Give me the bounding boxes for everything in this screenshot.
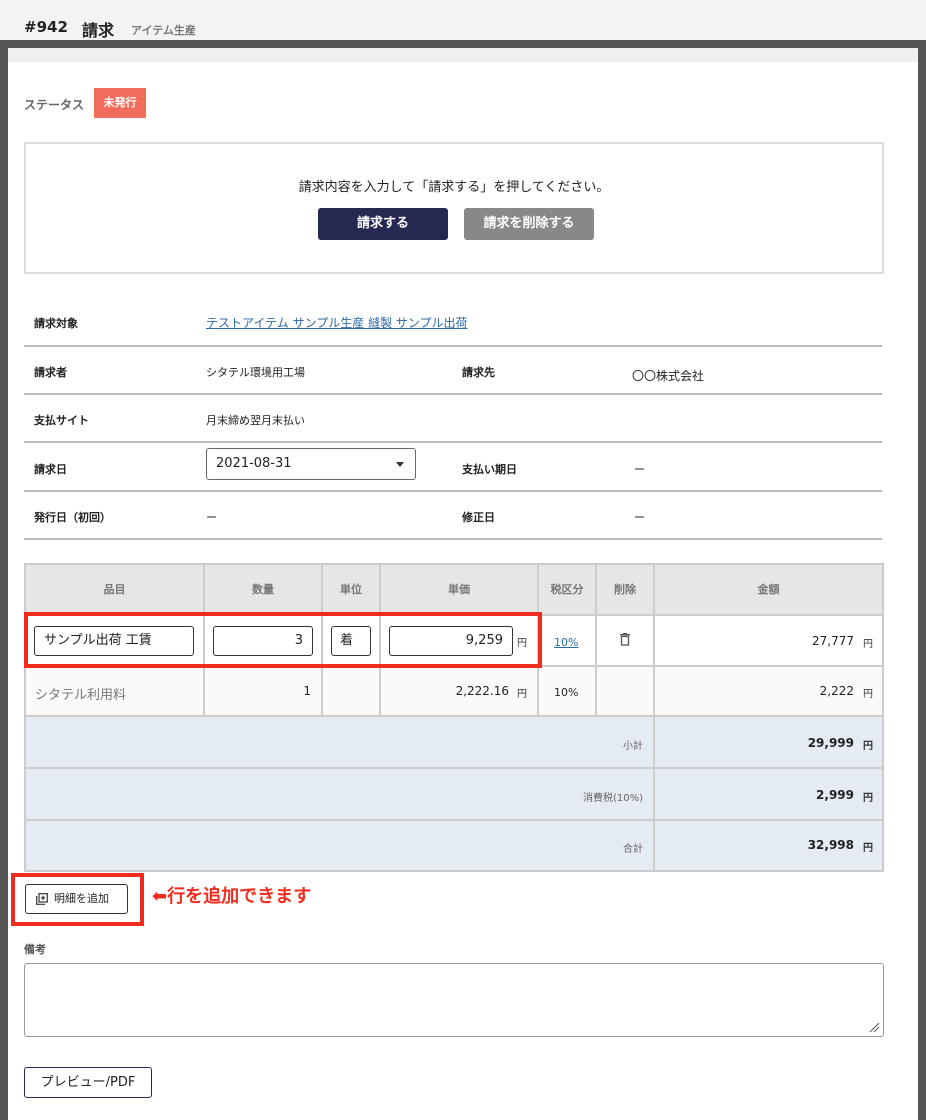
add-copy-icon	[36, 893, 48, 905]
notice-box: 請求内容を入力して「請求する」を押してください。 請求する 請求を削除する	[24, 142, 884, 274]
due-date-value: ー	[634, 463, 645, 476]
highlight-editable-row	[24, 612, 542, 668]
subtotal-value: 29,999	[807, 736, 854, 750]
fee-item-name: シタテル利用料	[35, 688, 127, 703]
qty-cell: 1	[205, 667, 323, 717]
tax-label: 消費税(10%)	[582, 793, 643, 804]
col-header-tax: 税区分	[539, 565, 597, 616]
payment-site-label: 支払サイト	[34, 414, 89, 427]
notice-message: 請求内容を入力して「請求する」を押してください。	[298, 180, 610, 195]
col-header-delete: 削除	[597, 565, 655, 616]
issue-date-value: ー	[206, 511, 217, 524]
fee-qty: 1	[303, 684, 311, 698]
delete-cell	[597, 667, 655, 717]
info-row-biller: 請求者 シタテル環境用工場 請求先 〇〇株式会社	[24, 347, 882, 395]
tax-label-cell: 消費税(10%)	[26, 769, 655, 821]
unit-cell	[323, 667, 381, 717]
billto-label: 請求先	[462, 366, 495, 379]
page-subtitle: アイテム生産	[131, 24, 196, 37]
biller-label: 請求者	[34, 366, 67, 379]
yen-label: 円	[517, 689, 527, 700]
preview-pdf-button[interactable]: プレビュー/PDF	[24, 1067, 152, 1098]
col-header-unit: 単位	[323, 565, 381, 616]
total-label: 合計	[623, 844, 643, 855]
fee-amount: 2,222	[819, 684, 854, 698]
col-header-item: 品目	[26, 565, 205, 616]
chevron-down-icon	[396, 462, 404, 467]
memo-textarea[interactable]	[24, 963, 884, 1037]
total-label-cell: 合計	[26, 821, 655, 870]
fee-price: 2,222.16	[455, 684, 509, 698]
tax-value: 2,999	[816, 788, 854, 802]
yen-label: 円	[863, 689, 873, 700]
total-value: 32,998	[807, 838, 854, 852]
memo-label: 備考	[24, 943, 46, 956]
trash-icon[interactable]	[619, 633, 631, 646]
col-header-qty: 数量	[205, 565, 323, 616]
billto-value: 〇〇株式会社	[632, 369, 705, 383]
invoice-date-value: 2021-08-31	[216, 456, 292, 471]
panel-top-band	[8, 48, 918, 62]
invoice-number: #942	[24, 18, 68, 36]
page-header: #942 請求 アイテム生産	[0, 0, 926, 40]
delete-cell	[597, 616, 655, 667]
invoice-date-select[interactable]: 2021-08-31	[206, 448, 416, 480]
yen-label: 円	[863, 741, 873, 752]
yen-label: 円	[863, 639, 873, 650]
amount-value: 27,777	[812, 634, 854, 648]
info-row-issue-date: 発行日（初回） ー 修正日 ー	[24, 492, 882, 540]
subtotal-label-cell: 小計	[26, 717, 655, 769]
tax-value-cell: 2,999 円	[655, 769, 882, 821]
issue-date-label: 発行日（初回）	[34, 511, 111, 524]
payment-site-value: 月末締め翌月末払い	[206, 414, 305, 427]
add-row-label: 明細を追加	[54, 892, 109, 905]
tax-cell: 10%	[539, 667, 597, 717]
subtotal-value-cell: 29,999 円	[655, 717, 882, 769]
delete-invoice-button[interactable]: 請求を削除する	[464, 208, 594, 240]
status-badge: 未発行	[94, 88, 146, 118]
resize-grip-icon[interactable]	[868, 1021, 880, 1033]
due-date-label: 支払い期日	[462, 463, 517, 476]
add-row-button[interactable]: 明細を追加	[25, 884, 128, 914]
target-label: 請求対象	[34, 317, 78, 330]
revised-value: ー	[634, 511, 645, 524]
biller-value: シタテル環境用工場	[206, 366, 305, 379]
line-items-table: 品目 数量 単位 単価 税区分 削除 金額 サンプル出荷 工賃 3 着 9,25…	[24, 563, 884, 872]
amount-cell: 2,222 円	[655, 667, 882, 717]
page-title: 請求	[82, 21, 115, 40]
info-row-target: 請求対象 テストアイテム サンプル生産 縫製 サンプル出荷	[24, 300, 882, 347]
info-row-payment-site: 支払サイト 月末締め翌月末払い	[24, 395, 882, 443]
target-link[interactable]: テストアイテム サンプル生産 縫製 サンプル出荷	[206, 314, 468, 331]
annotation-text: ⬅行を追加できます	[152, 886, 312, 907]
col-header-price: 単価	[381, 565, 539, 616]
fee-tax: 10%	[554, 686, 579, 699]
revised-label: 修正日	[462, 511, 495, 524]
table-row: シタテル利用料	[26, 667, 205, 717]
tax-cell: 10%	[539, 616, 597, 667]
tax-rate-link[interactable]: 10%	[554, 636, 578, 649]
yen-label: 円	[863, 843, 873, 854]
price-cell: 2,222.16 円	[381, 667, 539, 717]
invoice-button[interactable]: 請求する	[318, 208, 448, 240]
invoice-date-label: 請求日	[34, 463, 67, 476]
info-row-invoice-date: 請求日 2021-08-31 支払い期日 ー	[24, 443, 882, 492]
col-header-amount: 金額	[655, 565, 882, 616]
status-label: ステータス	[24, 98, 85, 112]
subtotal-label: 小計	[623, 741, 643, 752]
total-value-cell: 32,998 円	[655, 821, 882, 870]
amount-cell: 27,777 円	[655, 616, 882, 667]
yen-label: 円	[863, 793, 873, 804]
